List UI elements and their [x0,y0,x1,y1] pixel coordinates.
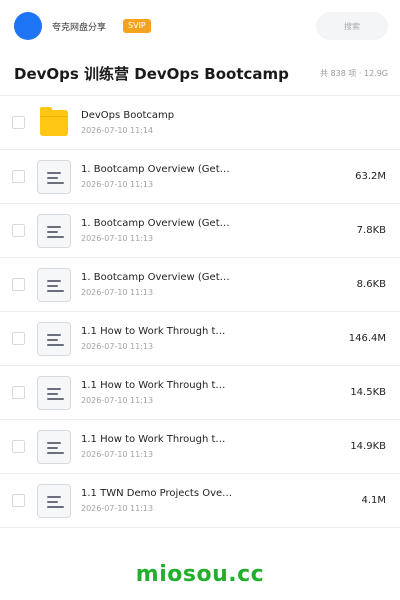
select-checkbox[interactable] [12,170,25,183]
document-icon [37,321,71,356]
document-icon [37,213,71,248]
list-item[interactable]: 1.1 TWN Demo Projects Ove… 2026-07-10 11… [0,474,400,528]
select-checkbox[interactable] [12,224,25,237]
share-owner-name: 夸克网盘分享 [52,22,107,33]
page-title: DevOps 训练营 DevOps Bootcamp [14,65,289,83]
folder-header: DevOps 训练营 DevOps Bootcamp 共 838 项 · 12.… [0,52,400,96]
select-checkbox[interactable] [12,278,25,291]
file-name[interactable]: 1. Bootcamp Overview (Get… [81,164,347,175]
document-icon [37,267,71,302]
file-size: 4.1M [361,495,386,506]
file-name[interactable]: DevOps Bootcamp [81,110,378,121]
file-date: 2026-07-10 11:13 [81,396,154,405]
list-item[interactable]: 1.1 How to Work Through t… 2026-07-10 11… [0,420,400,474]
file-date: 2026-07-10 11:13 [81,342,154,351]
file-date: 2026-07-10 11:13 [81,450,154,459]
list-item[interactable]: 1.1 How to Work Through t… 2026-07-10 11… [0,312,400,366]
list-item[interactable]: 1. Bootcamp Overview (Get… 2026-07-10 11… [0,150,400,204]
search-placeholder: 搜索 [344,21,360,31]
document-icon [37,375,71,410]
select-checkbox[interactable] [12,332,25,345]
svip-badge: SVIP [123,19,151,33]
file-date: 2026-07-10 11:13 [81,180,154,189]
file-name[interactable]: 1.1 How to Work Through t… [81,326,341,337]
select-checkbox[interactable] [12,494,25,507]
document-icon [37,159,71,194]
file-size: 8.6KB [356,279,386,290]
folder-icon [37,106,71,140]
search-input[interactable]: 搜索 [316,12,388,40]
select-checkbox[interactable] [12,440,25,453]
file-date: 2026-07-10 11:13 [81,288,154,297]
select-checkbox[interactable] [12,386,25,399]
folder-item-count: 共 838 项 · 12.9G [320,69,388,78]
file-name[interactable]: 1. Bootcamp Overview (Get… [81,218,349,229]
list-item[interactable]: 1. Bootcamp Overview (Get… 2026-07-10 11… [0,258,400,312]
file-date: 2026-07-10 11:13 [81,234,154,243]
avatar[interactable] [14,12,42,40]
file-name[interactable]: 1.1 How to Work Through t… [81,380,342,391]
list-item[interactable]: DevOps Bootcamp 2026-07-10 11:14 [0,96,400,150]
list-item[interactable]: 1.1 How to Work Through t… 2026-07-10 11… [0,366,400,420]
top-bar: 夸克网盘分享 SVIP 搜索 [0,0,400,52]
file-name[interactable]: 1. Bootcamp Overview (Get… [81,272,349,283]
file-size: 7.8KB [356,225,386,236]
list-item[interactable]: 1. Bootcamp Overview (Get… 2026-07-10 11… [0,204,400,258]
file-size: 63.2M [355,171,386,182]
select-checkbox[interactable] [12,116,25,129]
file-size: 146.4M [348,333,386,344]
document-icon [37,429,71,464]
file-list: DevOps Bootcamp 2026-07-10 11:14 1. Boot… [0,96,400,528]
file-name[interactable]: 1.1 How to Work Through t… [81,434,342,445]
file-size: 14.5KB [350,387,386,398]
file-date: 2026-07-10 11:14 [81,126,154,135]
file-name[interactable]: 1.1 TWN Demo Projects Ove… [81,488,353,499]
document-icon [37,483,71,518]
file-size: 14.9KB [350,441,386,452]
watermark-brand: miosou.cc [135,562,265,587]
file-date: 2026-07-10 11:13 [81,504,154,513]
